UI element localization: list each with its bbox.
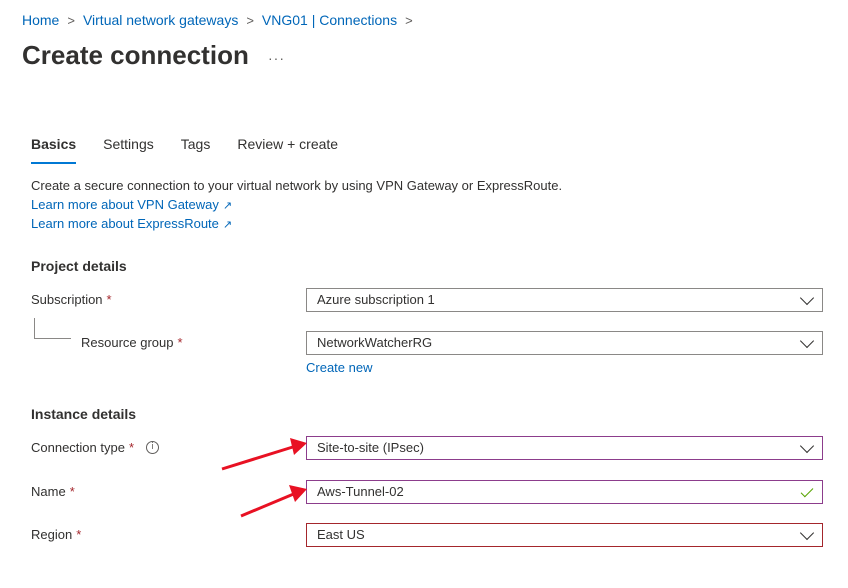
tab-tags[interactable]: Tags [181,136,211,164]
breadcrumb-vng01-connections[interactable]: VNG01 | Connections [262,12,397,28]
region-label: Region * [31,527,81,542]
breadcrumb-home[interactable]: Home [22,12,59,28]
chevron-down-icon [799,438,815,454]
page-title: Create connection [22,40,249,70]
more-options-button[interactable]: ··· [268,50,285,66]
resource-group-label: Resource group * [81,335,183,350]
tab-bar: Basics Settings Tags Review + create [31,136,365,164]
chevron-down-icon [799,525,815,541]
name-value: Aws-Tunnel-02 [317,484,404,499]
project-details-heading: Project details [31,258,127,274]
resource-group-value: NetworkWatcherRG [317,335,433,350]
required-marker: * [177,335,183,350]
resource-group-dropdown[interactable]: NetworkWatcherRG [306,331,823,355]
breadcrumb-separator: > [246,12,254,28]
external-link-icon: ↗ [222,219,233,231]
learn-more-vpn-label: Learn more about VPN Gateway [31,197,219,212]
learn-more-vpn-link[interactable]: Learn more about VPN Gateway ↗ [31,197,232,212]
tab-review-create[interactable]: Review + create [237,136,338,164]
breadcrumb-separator: > [67,12,75,28]
region-dropdown[interactable]: East US [306,523,823,547]
annotation-arrow-connection-type [221,438,307,471]
required-marker: * [128,440,135,455]
instance-details-heading: Instance details [31,406,137,422]
region-label-text: Region [31,527,73,542]
subscription-label-text: Subscription [31,292,103,307]
connection-type-label: Connection type * i [31,440,160,455]
subscription-label: Subscription * [31,292,112,307]
annotation-arrow-name [240,485,307,518]
subscription-dropdown[interactable]: Azure subscription 1 [306,288,823,312]
name-label: Name * [31,484,75,499]
region-value: East US [317,527,365,542]
chevron-down-icon [799,290,815,306]
tab-basics[interactable]: Basics [31,136,77,164]
breadcrumb-separator: > [405,12,413,28]
tree-connector-line [34,318,71,339]
required-marker: * [69,484,75,499]
name-label-text: Name [31,484,66,499]
required-marker: * [76,527,82,542]
connection-type-label-text: Connection type [31,440,125,455]
connection-type-value: Site-to-site (IPsec) [317,440,424,455]
subscription-value: Azure subscription 1 [317,292,435,307]
info-icon[interactable]: i [146,441,160,454]
create-new-link[interactable]: Create new [306,360,372,375]
connection-type-dropdown[interactable]: Site-to-site (IPsec) [306,436,823,460]
learn-more-expressroute-label: Learn more about ExpressRoute [31,216,219,231]
required-marker: * [106,292,112,307]
external-link-icon: ↗ [222,200,233,212]
chevron-down-icon [799,333,815,349]
checkmark-icon [800,484,814,498]
resource-group-label-text: Resource group [81,335,174,350]
breadcrumb-virtual-network-gateways[interactable]: Virtual network gateways [83,12,238,28]
tab-settings[interactable]: Settings [103,136,154,164]
intro-description: Create a secure connection to your virtu… [31,178,563,193]
breadcrumb: Home > Virtual network gateways > VNG01 … [22,12,421,28]
learn-more-expressroute-link[interactable]: Learn more about ExpressRoute ↗ [31,216,232,231]
name-input[interactable]: Aws-Tunnel-02 [306,480,823,504]
